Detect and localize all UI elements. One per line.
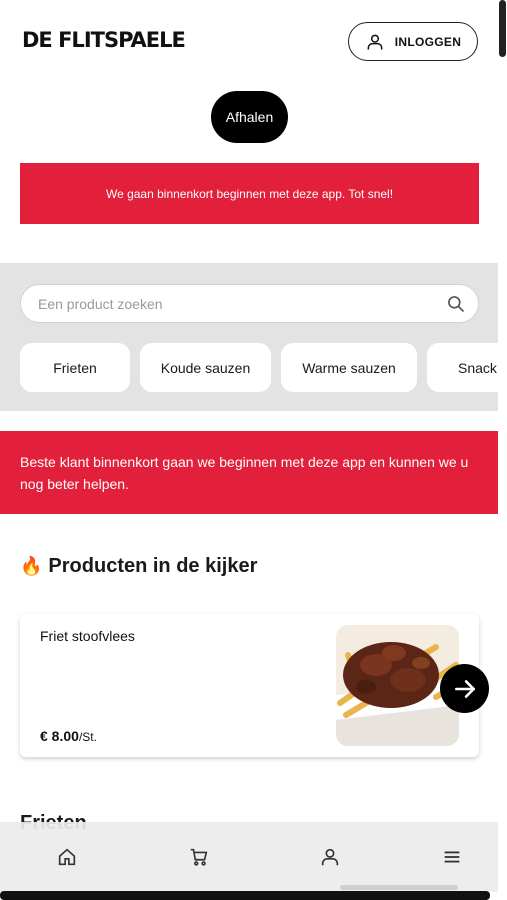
top-header: DE FLITSPAELE INLOGGEN <box>0 0 498 84</box>
scrollbar-thumb[interactable] <box>499 0 506 57</box>
search-placeholder: Een product zoeken <box>38 296 163 312</box>
info-banner: Beste klant binnenkort gaan we beginnen … <box>0 431 498 514</box>
category-koude-sauzen[interactable]: Koude sauzen <box>140 343 271 392</box>
product-card[interactable]: Friet stoofvlees € 8.00/St. <box>20 614 479 757</box>
home-icon[interactable] <box>56 846 78 868</box>
arrow-right-icon <box>454 679 475 698</box>
search-icon[interactable] <box>446 294 466 314</box>
fire-icon: 🔥 <box>20 556 43 576</box>
menu-icon[interactable] <box>441 846 463 868</box>
featured-title: Producten in de kijker <box>48 555 258 577</box>
category-warme-sauzen[interactable]: Warme sauzen <box>281 343 417 392</box>
brand-logo[interactable]: DE FLITSPAELE <box>22 28 186 52</box>
user-icon[interactable] <box>319 846 341 868</box>
login-button[interactable]: INLOGGEN <box>348 22 478 61</box>
category-frieten[interactable]: Frieten <box>20 343 130 392</box>
notice-text: We gaan binnenkort beginnen met deze app… <box>105 186 394 201</box>
featured-heading: 🔥 Producten in de kijker <box>20 555 257 578</box>
home-indicator <box>340 885 458 890</box>
price-value: € 8.00 <box>40 728 79 744</box>
pickup-mode-toggle[interactable]: Afhalen <box>211 91 288 143</box>
cart-icon[interactable] <box>188 846 210 868</box>
login-label: INLOGGEN <box>394 34 462 49</box>
bottom-navigation <box>0 822 498 892</box>
notice-banner: We gaan binnenkort beginnen met deze app… <box>20 163 479 224</box>
search-input[interactable]: Een product zoeken <box>20 284 479 323</box>
user-icon <box>367 34 383 49</box>
category-snack[interactable]: Snack <box>427 343 498 392</box>
price-unit: /St. <box>78 730 97 744</box>
info-banner-text: Beste klant binnenkort gaan we beginnen … <box>20 454 469 492</box>
next-arrow-button[interactable] <box>440 664 489 713</box>
product-price: € 8.00/St. <box>40 728 97 744</box>
bottom-system-bar <box>0 891 490 900</box>
scrollbar-track[interactable] <box>498 0 507 900</box>
product-name: Friet stoofvlees <box>40 628 135 644</box>
